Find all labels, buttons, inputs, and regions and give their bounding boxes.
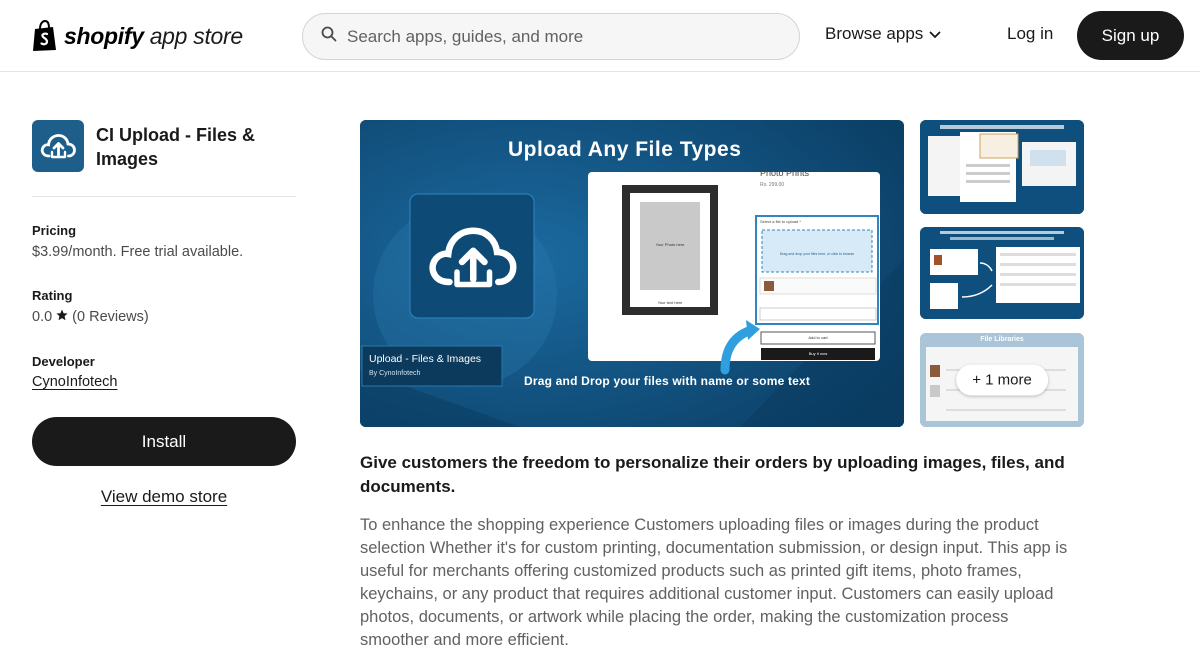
browse-apps-label: Browse apps — [825, 24, 924, 43]
sidebar-divider — [32, 196, 296, 197]
app-title: CI Upload - Files & Images — [96, 125, 256, 169]
hero-caption: Drag and Drop your files with name or so… — [524, 374, 811, 388]
logo-store-text: app store — [149, 22, 244, 49]
install-button[interactable]: Install — [32, 417, 296, 466]
developer-label: Developer — [32, 354, 95, 369]
hero-cloud-upload-icon — [429, 227, 517, 288]
mock-buy-now: Buy it now — [808, 351, 828, 356]
search-bar[interactable] — [302, 13, 800, 60]
thumbnail-3-title: File Libraries — [980, 336, 1024, 343]
mock-select-label: Select a file to upload * — [760, 219, 801, 224]
more-media-button[interactable]: + 1 more — [956, 364, 1048, 396]
logo-wordmark: shopify app store — [64, 23, 243, 50]
search-input[interactable] — [347, 26, 767, 47]
mock-text-here: Your text here — [657, 300, 683, 305]
browse-apps-menu[interactable]: Browse apps — [825, 24, 941, 44]
thumbnail-2-image — [920, 227, 1084, 319]
app-description: To enhance the shopping experience Custo… — [360, 516, 1068, 649]
pricing-label: Pricing — [32, 223, 77, 238]
mock-photo-text: Your Photo here — [655, 242, 685, 247]
shopify-bag-icon — [32, 19, 58, 52]
login-link[interactable]: Log in — [1007, 24, 1053, 44]
mock-drop-text: Drag and drop your files here, or click … — [779, 252, 855, 256]
rating-reviews[interactable]: (0 Reviews) — [72, 309, 149, 325]
hero-screenshot[interactable]: Upload Any File Types Photo Prints Rs. 2… — [360, 120, 904, 427]
thumbnail-2[interactable] — [920, 227, 1084, 319]
hero-heading: Upload Any File Types — [508, 138, 742, 161]
chevron-down-icon — [929, 24, 941, 44]
rating-score: 0.0 — [32, 309, 53, 325]
star-icon — [56, 309, 68, 325]
rating-label: Rating — [32, 288, 73, 303]
mock-add-to-cart: Add to cart — [808, 335, 828, 340]
app-headline: Give customers the freedom to personaliz… — [360, 453, 1065, 496]
thumbnail-3[interactable]: File Libraries + 1 more — [920, 333, 1084, 427]
cloud-upload-icon — [40, 134, 76, 159]
hero-app-name: Upload - Files & Images — [369, 353, 482, 365]
top-header: shopify app store Browse apps Log in Sig… — [0, 0, 1200, 72]
thumbnail-1-image — [920, 120, 1084, 214]
mock-product-title: Photo Prints — [760, 168, 810, 178]
app-icon — [32, 120, 84, 172]
logo-brand-text: shopify — [64, 22, 144, 49]
pricing-value: $3.99/month. Free trial available. — [32, 244, 244, 260]
developer-link[interactable]: CynoInfotech — [32, 374, 117, 390]
mock-price: Rs. 299.00 — [760, 182, 785, 188]
search-icon — [321, 26, 337, 47]
shopify-app-store-logo[interactable]: shopify app store — [32, 18, 243, 54]
thumbnail-1[interactable] — [920, 120, 1084, 214]
hero-byline: By CynoInfotech — [369, 370, 421, 377]
signup-button[interactable]: Sign up — [1077, 11, 1184, 60]
rating-value: 0.0 (0 Reviews) — [32, 309, 149, 325]
view-demo-store-link[interactable]: View demo store — [32, 487, 296, 507]
